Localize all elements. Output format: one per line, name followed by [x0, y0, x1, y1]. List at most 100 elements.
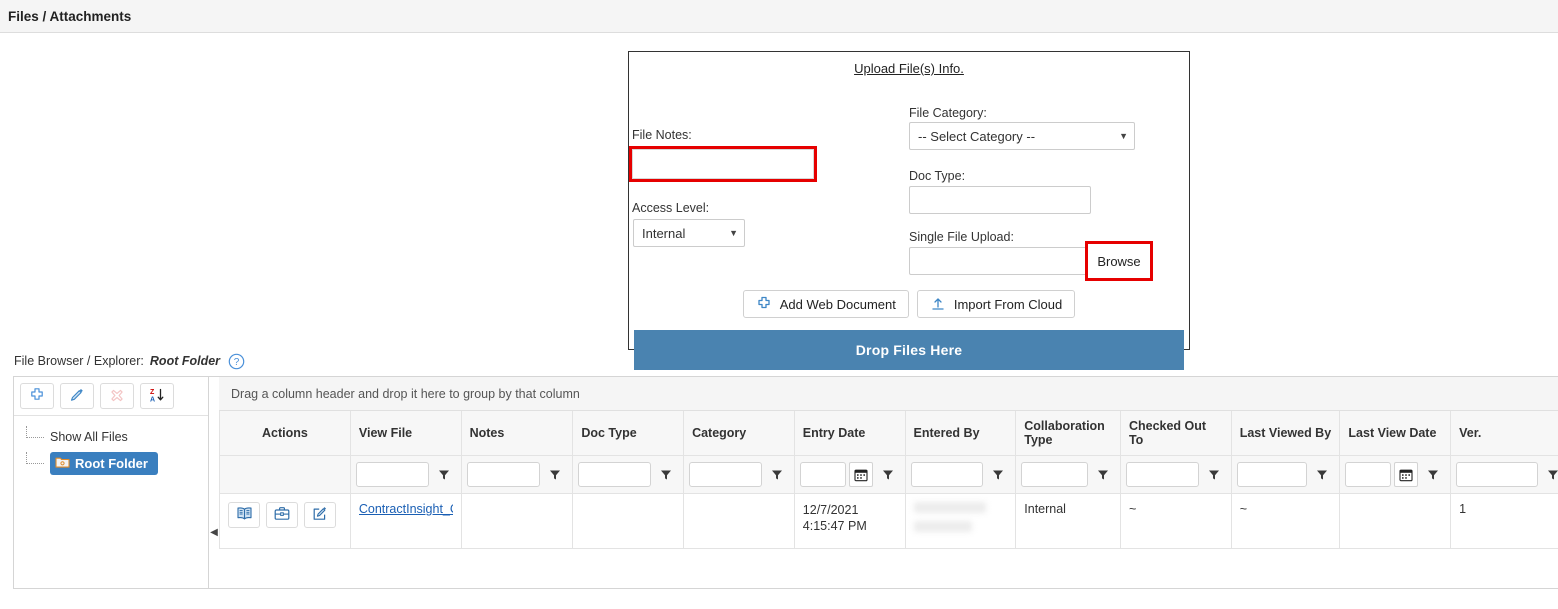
entry-time-value: 4:15:47 PM	[802, 519, 867, 533]
import-from-cloud-button[interactable]: Import From Cloud	[916, 290, 1076, 318]
cell-last-view-date	[1339, 493, 1452, 549]
filter-funnel-icon[interactable]	[543, 462, 567, 487]
file-grid-panel: ◀ Drag a column header and drop it here …	[209, 376, 1558, 589]
browse-button[interactable]: Browse	[1097, 254, 1140, 269]
filter-cell-view-file	[349, 455, 462, 494]
filter-cell-last-viewed-by	[1230, 455, 1341, 494]
cell-doc-type	[572, 493, 685, 549]
page-title: Files / Attachments	[8, 8, 132, 24]
drop-files-here-zone[interactable]: Drop Files Here	[634, 330, 1184, 370]
svg-text:Z: Z	[150, 389, 155, 396]
folder-icon	[55, 455, 70, 472]
view-file-button[interactable]	[228, 502, 260, 528]
column-header-ver[interactable]: Ver.	[1450, 411, 1558, 456]
plus-badge-icon	[756, 296, 772, 312]
cell-category	[683, 493, 795, 549]
table-row[interactable]: ContractInsight_CI 12/7/2021 4:15:47 PM Int…	[219, 493, 1558, 549]
column-header-collaboration-type[interactable]: Collaboration Type	[1015, 411, 1121, 456]
grid-header-row: Actions View File Notes Doc Type Category Ent…	[219, 411, 1558, 456]
filter-cell-entry-date	[793, 455, 906, 494]
access-level-select[interactable]: Internal ▼	[633, 219, 745, 247]
root-folder-node[interactable]: Root Folder	[50, 451, 158, 475]
file-browser-label: File Browser / Explorer:	[14, 354, 144, 368]
file-category-select[interactable]: -- Select Category -- ▼	[909, 122, 1135, 150]
import-from-cloud-label: Import From Cloud	[953, 296, 1063, 312]
filter-funnel-icon[interactable]	[986, 462, 1010, 487]
tree-connector	[26, 451, 44, 464]
column-header-entry-date[interactable]: Entry Date	[793, 411, 906, 456]
entered-by-redacted	[913, 521, 972, 532]
filter-funnel-icon[interactable]	[765, 462, 789, 487]
single-file-upload-input[interactable]	[909, 247, 1089, 275]
upload-panel-title: Upload File(s) Info.	[854, 61, 964, 76]
tree-item-root-folder[interactable]: Root Folder	[22, 451, 208, 475]
filter-input-entered-by[interactable]	[910, 462, 984, 487]
column-header-actions[interactable]: Actions	[219, 411, 351, 456]
filter-input-entry-date[interactable]	[799, 462, 846, 487]
filter-input-category[interactable]	[689, 462, 762, 487]
file-link[interactable]: ContractInsight_CI	[359, 502, 453, 516]
sort-folders-button[interactable]: Z A	[140, 383, 174, 409]
column-header-category[interactable]: Category	[683, 411, 795, 456]
svg-text:?: ?	[234, 357, 240, 368]
folder-tree-panel: Z A Show All Files Root Folder	[13, 376, 209, 589]
filter-cell-actions	[219, 455, 351, 494]
filter-input-last-view-date[interactable]	[1345, 462, 1392, 487]
filter-funnel-icon[interactable]	[876, 462, 900, 487]
tree-item-show-all-files[interactable]: Show All Files	[22, 425, 208, 448]
group-by-drop-area[interactable]: Drag a column header and drop it here to…	[219, 377, 1558, 411]
calendar-icon[interactable]	[1394, 462, 1419, 487]
drop-files-here-label: Drop Files Here	[855, 342, 963, 358]
filter-input-last-viewed-by[interactable]	[1236, 462, 1308, 487]
filter-funnel-icon[interactable]	[432, 462, 456, 487]
browse-button-highlight: Browse	[1085, 241, 1153, 281]
column-header-last-viewed-by[interactable]: Last Viewed By	[1230, 411, 1341, 456]
file-details-button[interactable]	[266, 502, 298, 528]
delete-folder-button[interactable]	[100, 383, 134, 409]
filter-input-notes[interactable]	[466, 462, 541, 487]
filter-funnel-icon[interactable]	[1091, 462, 1115, 487]
column-header-doc-type[interactable]: Doc Type	[572, 411, 685, 456]
filter-funnel-icon[interactable]	[1541, 462, 1558, 487]
column-header-notes[interactable]: Notes	[460, 411, 574, 456]
single-file-upload-label: Single File Upload:	[909, 230, 1014, 244]
filter-input-view-file[interactable]	[355, 462, 429, 487]
filter-cell-notes	[460, 455, 574, 494]
cell-collaboration-type: Internal	[1015, 493, 1121, 549]
add-folder-button[interactable]	[20, 383, 54, 409]
filter-input-ver[interactable]	[1456, 462, 1538, 487]
column-header-last-view-date[interactable]: Last View Date	[1339, 411, 1452, 456]
filter-input-checked-out-to[interactable]	[1125, 462, 1199, 487]
access-level-value: Internal	[642, 225, 686, 241]
filter-input-collaboration-type[interactable]	[1021, 462, 1088, 487]
folder-toolbar: Z A	[14, 377, 208, 416]
column-header-view-file[interactable]: View File	[349, 411, 462, 456]
filter-funnel-icon[interactable]	[1202, 462, 1226, 487]
chevron-down-icon: ▼	[1119, 130, 1128, 141]
cell-entry-date: 12/7/2021 4:15:47 PM	[793, 493, 906, 549]
add-web-document-button[interactable]: Add Web Document	[742, 290, 909, 318]
file-notes-input[interactable]	[632, 149, 814, 179]
upload-actions-row: Add Web Document Import From Cloud	[629, 290, 1189, 318]
question-circle-icon[interactable]: ?	[228, 353, 245, 370]
filter-funnel-icon[interactable]	[1421, 462, 1445, 487]
edit-file-button[interactable]	[304, 502, 336, 528]
cell-entered-by	[904, 493, 1017, 549]
calendar-icon[interactable]	[848, 462, 873, 487]
doc-type-input[interactable]	[909, 186, 1091, 214]
column-header-entered-by[interactable]: Entered By	[904, 411, 1017, 456]
filter-cell-checked-out-to	[1119, 455, 1232, 494]
column-header-checked-out-to[interactable]: Checked Out To	[1119, 411, 1232, 456]
filter-funnel-icon[interactable]	[654, 462, 678, 487]
filter-cell-ver	[1450, 455, 1558, 494]
svg-text:A: A	[150, 396, 155, 403]
collapse-left-arrow-icon[interactable]: ◀	[209, 519, 219, 545]
filter-cell-entered-by	[904, 455, 1017, 494]
filter-input-doc-type[interactable]	[578, 462, 652, 487]
upload-section: Upload File(s) Info. File Notes: Access …	[0, 33, 1558, 370]
grid-scroll-area: Actions View File Notes Doc Type Category Ent…	[219, 411, 1558, 549]
file-category-value: -- Select Category --	[918, 128, 1036, 144]
edit-folder-button[interactable]	[60, 383, 94, 409]
chevron-down-icon: ▼	[729, 227, 738, 238]
filter-funnel-icon[interactable]	[1310, 462, 1334, 487]
